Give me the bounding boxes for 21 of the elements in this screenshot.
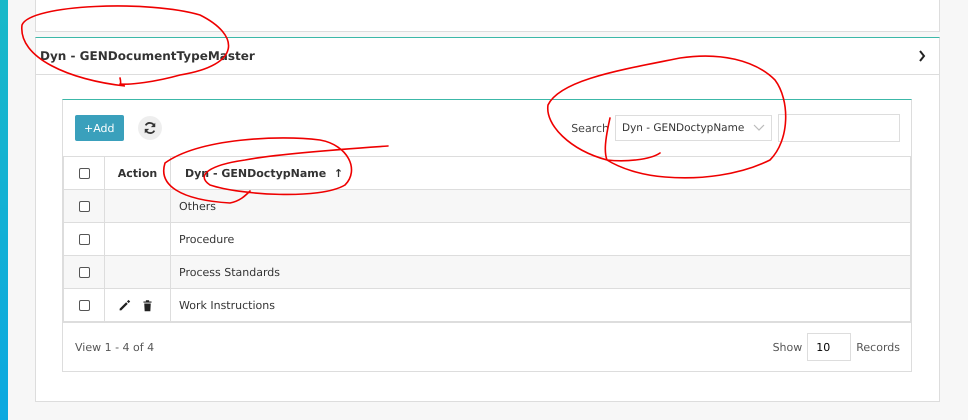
table-cell: Others <box>170 190 910 222</box>
checkbox[interactable] <box>78 200 90 212</box>
refresh-icon <box>142 121 157 135</box>
checkbox[interactable] <box>78 266 90 278</box>
column-header[interactable]: Action <box>104 156 170 190</box>
record-summary: View 1 - 4 of 4 <box>75 340 154 354</box>
trash-icon[interactable] <box>141 298 154 312</box>
table-cell: Work Instructions <box>170 288 910 322</box>
checkbox[interactable] <box>78 234 90 245</box>
show-label: Show <box>772 340 802 354</box>
page-size-field[interactable]: 10 <box>807 333 852 361</box>
caret-icon <box>753 124 765 132</box>
checkbox[interactable] <box>78 168 90 179</box>
column-dropdown[interactable]: Dyn - GENDoctypName <box>615 115 772 141</box>
checkbox[interactable] <box>78 300 90 311</box>
table-cell: Process Standards <box>170 256 910 288</box>
records-label: Records <box>856 340 900 354</box>
search-field[interactable] <box>778 114 900 142</box>
chevron-icon[interactable] <box>918 50 926 62</box>
pencil-icon[interactable] <box>118 298 131 312</box>
refresh-button[interactable] <box>138 116 162 140</box>
